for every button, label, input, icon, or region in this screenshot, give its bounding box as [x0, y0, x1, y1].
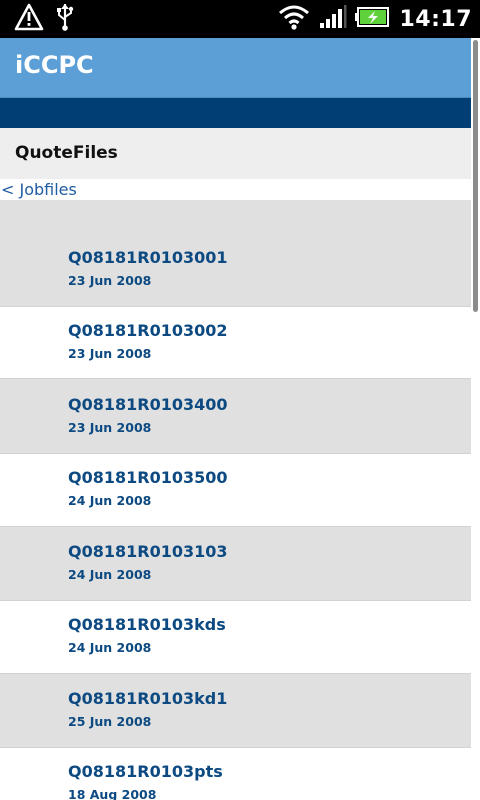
file-date: 23 Jun 2008 — [68, 273, 152, 288]
list-item[interactable]: Q08181R0103002 23 Jun 2008 — [0, 307, 471, 379]
file-name: Q08181R0103001 — [68, 248, 228, 267]
back-to-jobfiles-link[interactable]: < Jobfiles — [1, 179, 77, 201]
status-clock: 14:17 — [399, 6, 472, 32]
file-date: 24 Jun 2008 — [68, 567, 152, 582]
section-title: QuoteFiles — [15, 143, 118, 163]
status-bar: 14:17 — [0, 0, 480, 38]
list-item[interactable]: Q08181R0103kd1 25 Jun 2008 — [0, 674, 471, 748]
file-name: Q08181R0103002 — [68, 321, 228, 340]
wifi-icon — [277, 3, 311, 35]
list-item[interactable]: Q08181R0103001 23 Jun 2008 — [0, 200, 471, 307]
file-name: Q08181R0103kds — [68, 615, 226, 634]
nav-band — [0, 98, 480, 128]
file-name: Q08181R0103kd1 — [68, 689, 228, 708]
quote-files-list: Q08181R0103001 23 Jun 2008 Q08181R010300… — [0, 200, 471, 800]
list-item[interactable]: Q08181R0103pts 18 Aug 2008 — [0, 748, 471, 800]
file-name: Q08181R0103400 — [68, 395, 228, 414]
signal-icon — [319, 4, 347, 34]
status-right: 14:17 — [277, 4, 472, 34]
file-name: Q08181R0103500 — [68, 468, 228, 487]
file-date: 25 Jun 2008 — [68, 714, 152, 729]
file-date: 18 Aug 2008 — [68, 787, 157, 800]
file-date: 23 Jun 2008 — [68, 420, 152, 435]
battery-charging-icon — [355, 5, 391, 33]
file-date: 23 Jun 2008 — [68, 346, 152, 361]
usb-icon — [54, 2, 76, 36]
screen: 14:17 iCCPC QuoteFiles < Jobfiles Q08181… — [0, 0, 480, 800]
file-date: 24 Jun 2008 — [68, 640, 152, 655]
list-item[interactable]: Q08181R0103400 23 Jun 2008 — [0, 379, 471, 454]
list-item[interactable]: Q08181R0103kds 24 Jun 2008 — [0, 601, 471, 674]
app-title-bar: iCCPC — [0, 38, 480, 98]
status-left — [14, 2, 76, 36]
scrollbar-thumb[interactable] — [473, 40, 478, 312]
section-header: QuoteFiles — [0, 128, 480, 179]
file-date: 24 Jun 2008 — [68, 493, 152, 508]
list-item[interactable]: Q08181R0103500 24 Jun 2008 — [0, 454, 471, 527]
file-name: Q08181R0103103 — [68, 542, 228, 561]
list-item[interactable]: Q08181R0103103 24 Jun 2008 — [0, 527, 471, 601]
warning-icon — [14, 3, 44, 35]
app-title: iCCPC — [15, 51, 94, 79]
file-name: Q08181R0103pts — [68, 762, 223, 781]
